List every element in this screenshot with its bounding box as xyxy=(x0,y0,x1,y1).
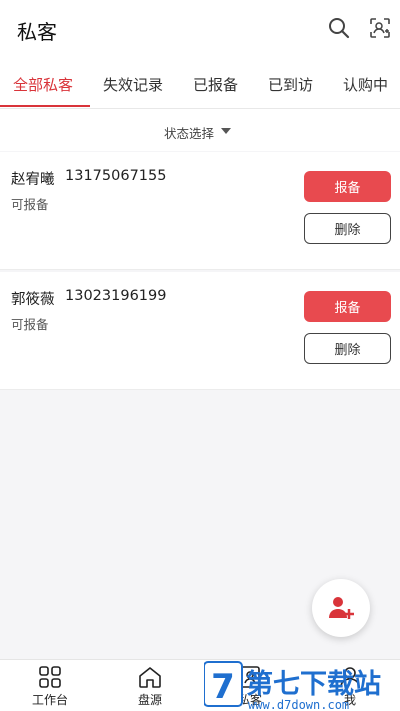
tab-bar: 全部私客 失效记录 已报备 已到访 认购中 xyxy=(0,60,400,108)
report-button[interactable]: 报备 xyxy=(304,171,391,202)
active-tab-indicator xyxy=(0,105,90,107)
app-header: 私客 xyxy=(0,0,400,60)
status-filter[interactable]: 状态选择 xyxy=(0,109,400,151)
nav-listings[interactable]: 盘源 xyxy=(100,660,200,711)
page-title: 私客 xyxy=(17,20,57,44)
add-user-icon xyxy=(329,597,354,619)
svg-text:7: 7 xyxy=(211,667,235,707)
customer-card[interactable]: 郭筱薇 13023196199 可报备 报备 删除 xyxy=(0,272,400,390)
home-icon xyxy=(139,667,161,688)
tab-all-private-clients[interactable]: 全部私客 xyxy=(13,74,73,95)
tab-reported[interactable]: 已报备 xyxy=(193,74,238,95)
tab-visited[interactable]: 已到访 xyxy=(268,74,313,95)
report-button[interactable]: 报备 xyxy=(304,291,391,322)
customer-card[interactable]: 赵宥曦 13175067155 可报备 报备 删除 xyxy=(0,152,400,270)
status-filter-label: 状态选择 xyxy=(164,126,215,141)
caret-down-icon xyxy=(221,128,231,134)
customer-phone: 13175067155 xyxy=(65,168,167,184)
nav-workbench[interactable]: 工作台 xyxy=(0,660,100,711)
delete-button[interactable]: 删除 xyxy=(304,333,391,364)
nav-label: 工作台 xyxy=(31,693,68,707)
watermark: 7 第七下载站 www.d7down.com xyxy=(203,660,400,711)
customer-name: 郭筱薇 xyxy=(11,292,55,308)
nav-label: 盘源 xyxy=(137,693,162,707)
customer-name: 赵宥曦 xyxy=(11,172,55,188)
tab-subscribing[interactable]: 认购中 xyxy=(343,74,388,95)
watermark-logo-icon: 7 第七下载站 www.d7down.com xyxy=(203,661,381,711)
customer-list: 赵宥曦 13175067155 可报备 报备 删除 郭筱薇 1302319619… xyxy=(0,152,400,392)
customer-status: 可报备 xyxy=(11,317,49,332)
watermark-text: 第七下载站 xyxy=(246,668,381,700)
watermark-url: www.d7down.com xyxy=(248,698,349,711)
delete-button[interactable]: 删除 xyxy=(304,213,391,244)
customer-status: 可报备 xyxy=(11,197,49,212)
customer-phone: 13023196199 xyxy=(65,288,167,304)
tab-invalid-records[interactable]: 失效记录 xyxy=(103,74,163,95)
add-client-fab[interactable] xyxy=(312,579,370,637)
grid-icon xyxy=(39,666,61,688)
search-icon[interactable] xyxy=(327,16,351,40)
contact-scan-icon[interactable] xyxy=(368,16,392,40)
